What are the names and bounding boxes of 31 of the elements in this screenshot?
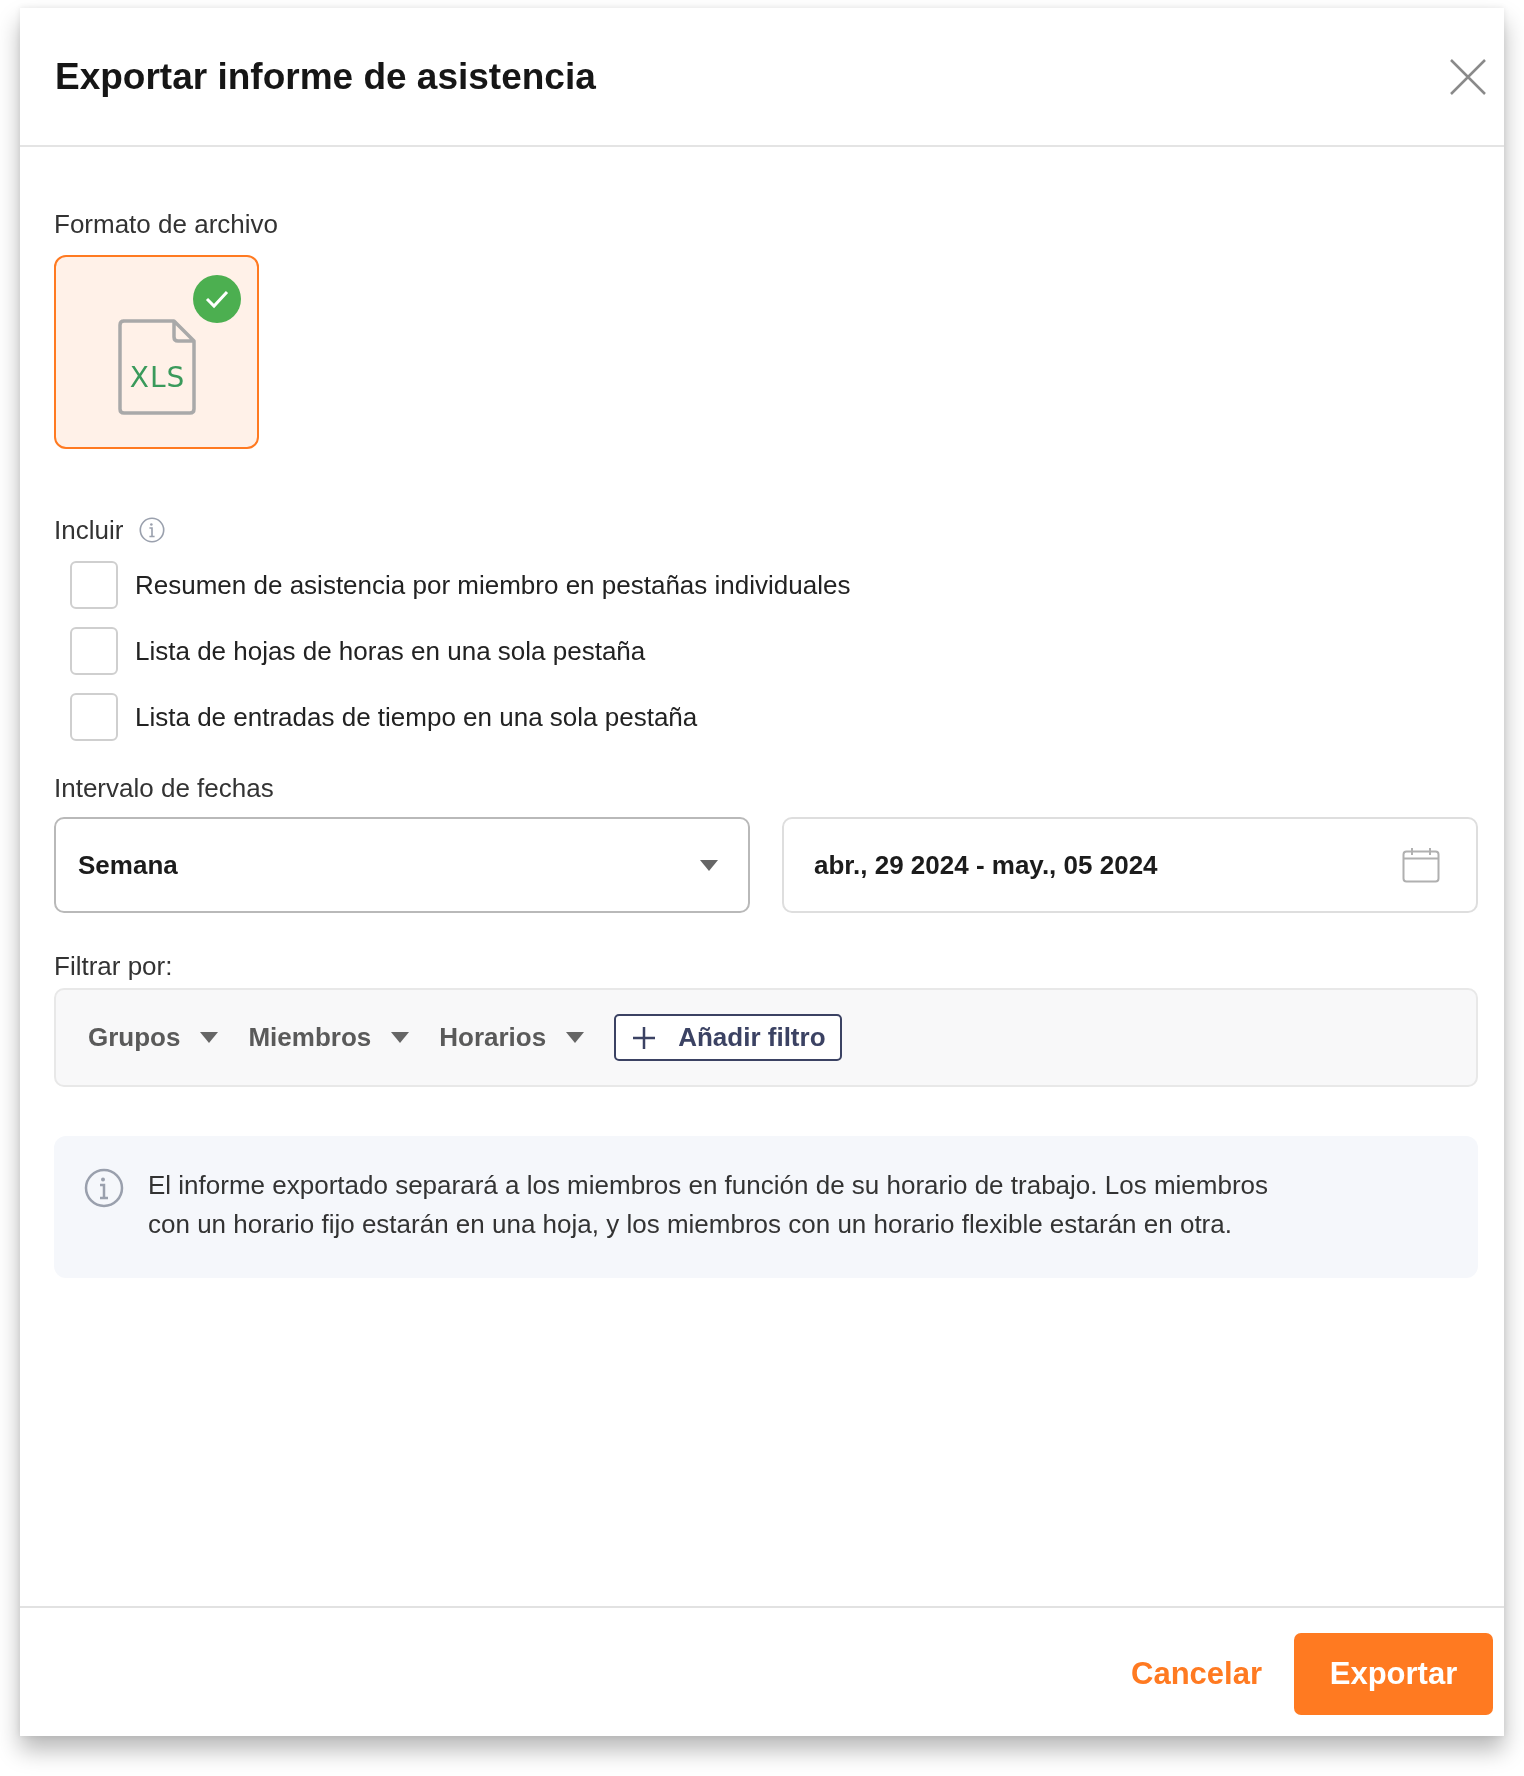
info-icon: [139, 517, 166, 543]
date-range-field[interactable]: abr., 29 2024 - may., 05 2024: [782, 817, 1478, 913]
notice-text: El informe exportado separará a los miembros en función de su horario de trabajo. Los miembros con un horario fijo estarán en una hoja, y los miembros con un horario flexible estarán en otra.: [148, 1169, 1270, 1241]
calendar-icon: [1402, 847, 1440, 883]
add-filter-button[interactable]: Añadir filtro: [614, 1014, 842, 1061]
close-button[interactable]: [1448, 56, 1488, 97]
section-label: Incluir: [54, 514, 124, 547]
filter-dropdown[interactable]: Grupos: [88, 1022, 219, 1053]
dialog-title: Exportar informe de asistencia: [55, 55, 596, 98]
filter-dropdown[interactable]: Horarios: [439, 1022, 585, 1053]
filter-dropdown[interactable]: Miembros: [248, 1022, 410, 1053]
check-badge-icon: [193, 275, 241, 323]
caret-icon: [200, 1032, 219, 1043]
checkbox-label: Lista de hojas de horas en una sola pestaña: [135, 635, 646, 667]
checkbox-label: Lista de entradas de tiempo en una sola pestaña: [135, 701, 698, 733]
section-label: Formato de archivo: [54, 208, 278, 241]
close-icon: [1448, 56, 1488, 97]
checkbox-label: Resumen de asistencia por miembro en pestañas individuales: [135, 569, 851, 601]
caret-icon: [566, 1032, 585, 1043]
info-icon: [84, 1168, 124, 1208]
file-type-label: XLS: [128, 361, 187, 395]
plus-icon: [632, 1025, 657, 1050]
section-label: Filtrar por:: [54, 950, 173, 983]
document-icon: [117, 319, 196, 415]
section-label: Intervalo de fechas: [54, 772, 274, 805]
checkbox[interactable]: [70, 693, 118, 741]
period-dropdown[interactable]: Semana: [54, 817, 750, 913]
checkbox[interactable]: [70, 561, 118, 609]
checkbox[interactable]: [70, 627, 118, 675]
caret-icon: [391, 1032, 410, 1043]
caret-icon: [700, 859, 718, 871]
